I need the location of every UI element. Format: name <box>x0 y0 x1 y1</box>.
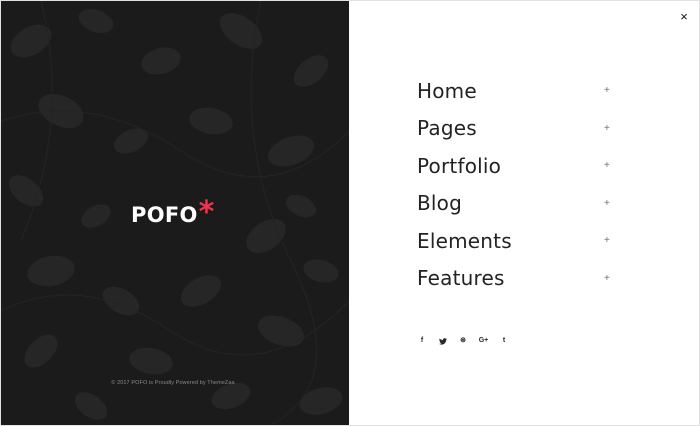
logo-asterisk: * <box>198 195 215 230</box>
menu-item-pages[interactable]: Pages + <box>417 110 617 148</box>
menu-item-blog[interactable]: Blog + <box>417 185 617 223</box>
close-icon[interactable]: × <box>676 9 692 25</box>
twitter-bird-shape <box>438 337 447 345</box>
main-menu: Home + Pages + Portfolio + Blog + Elemen… <box>417 72 617 297</box>
brand-panel: POFO * © 2017 POFO is Proudly Powered by… <box>1 1 349 425</box>
menu-item-label: Features <box>417 266 505 291</box>
twitter-icon[interactable] <box>438 335 448 347</box>
menu-item-label: Portfolio <box>417 153 502 178</box>
expand-plus-icon[interactable]: + <box>604 185 610 223</box>
menu-item-label: Blog <box>417 191 463 216</box>
facebook-icon[interactable]: f <box>417 335 427 347</box>
expand-plus-icon[interactable]: + <box>604 147 610 185</box>
tumblr-icon[interactable]: t <box>499 335 509 347</box>
google-plus-icon[interactable]: G+ <box>479 335 489 347</box>
logo-text: POFO <box>131 203 198 227</box>
menu-item-label: Pages <box>417 116 477 141</box>
menu-item-home[interactable]: Home + <box>417 72 617 110</box>
expand-plus-icon[interactable]: + <box>604 260 610 298</box>
social-links: f ⊛ G+ t <box>417 335 520 347</box>
pofo-logo[interactable]: POFO * <box>131 195 215 230</box>
menu-overlay: POFO * © 2017 POFO is Proudly Powered by… <box>0 0 700 426</box>
menu-item-features[interactable]: Features + <box>417 260 617 298</box>
dribbble-icon[interactable]: ⊛ <box>458 335 468 347</box>
expand-plus-icon[interactable]: + <box>604 222 610 260</box>
menu-item-label: Elements <box>417 228 512 253</box>
navigation-panel: × Home + Pages + Portfolio + Blog + Elem… <box>349 1 699 425</box>
copyright-text: © 2017 POFO is Proudly Powered by ThemeZ… <box>111 380 235 386</box>
expand-plus-icon[interactable]: + <box>604 110 610 148</box>
menu-item-portfolio[interactable]: Portfolio + <box>417 147 617 185</box>
expand-plus-icon[interactable]: + <box>604 72 610 110</box>
menu-item-elements[interactable]: Elements + <box>417 222 617 260</box>
menu-item-label: Home <box>417 78 477 103</box>
